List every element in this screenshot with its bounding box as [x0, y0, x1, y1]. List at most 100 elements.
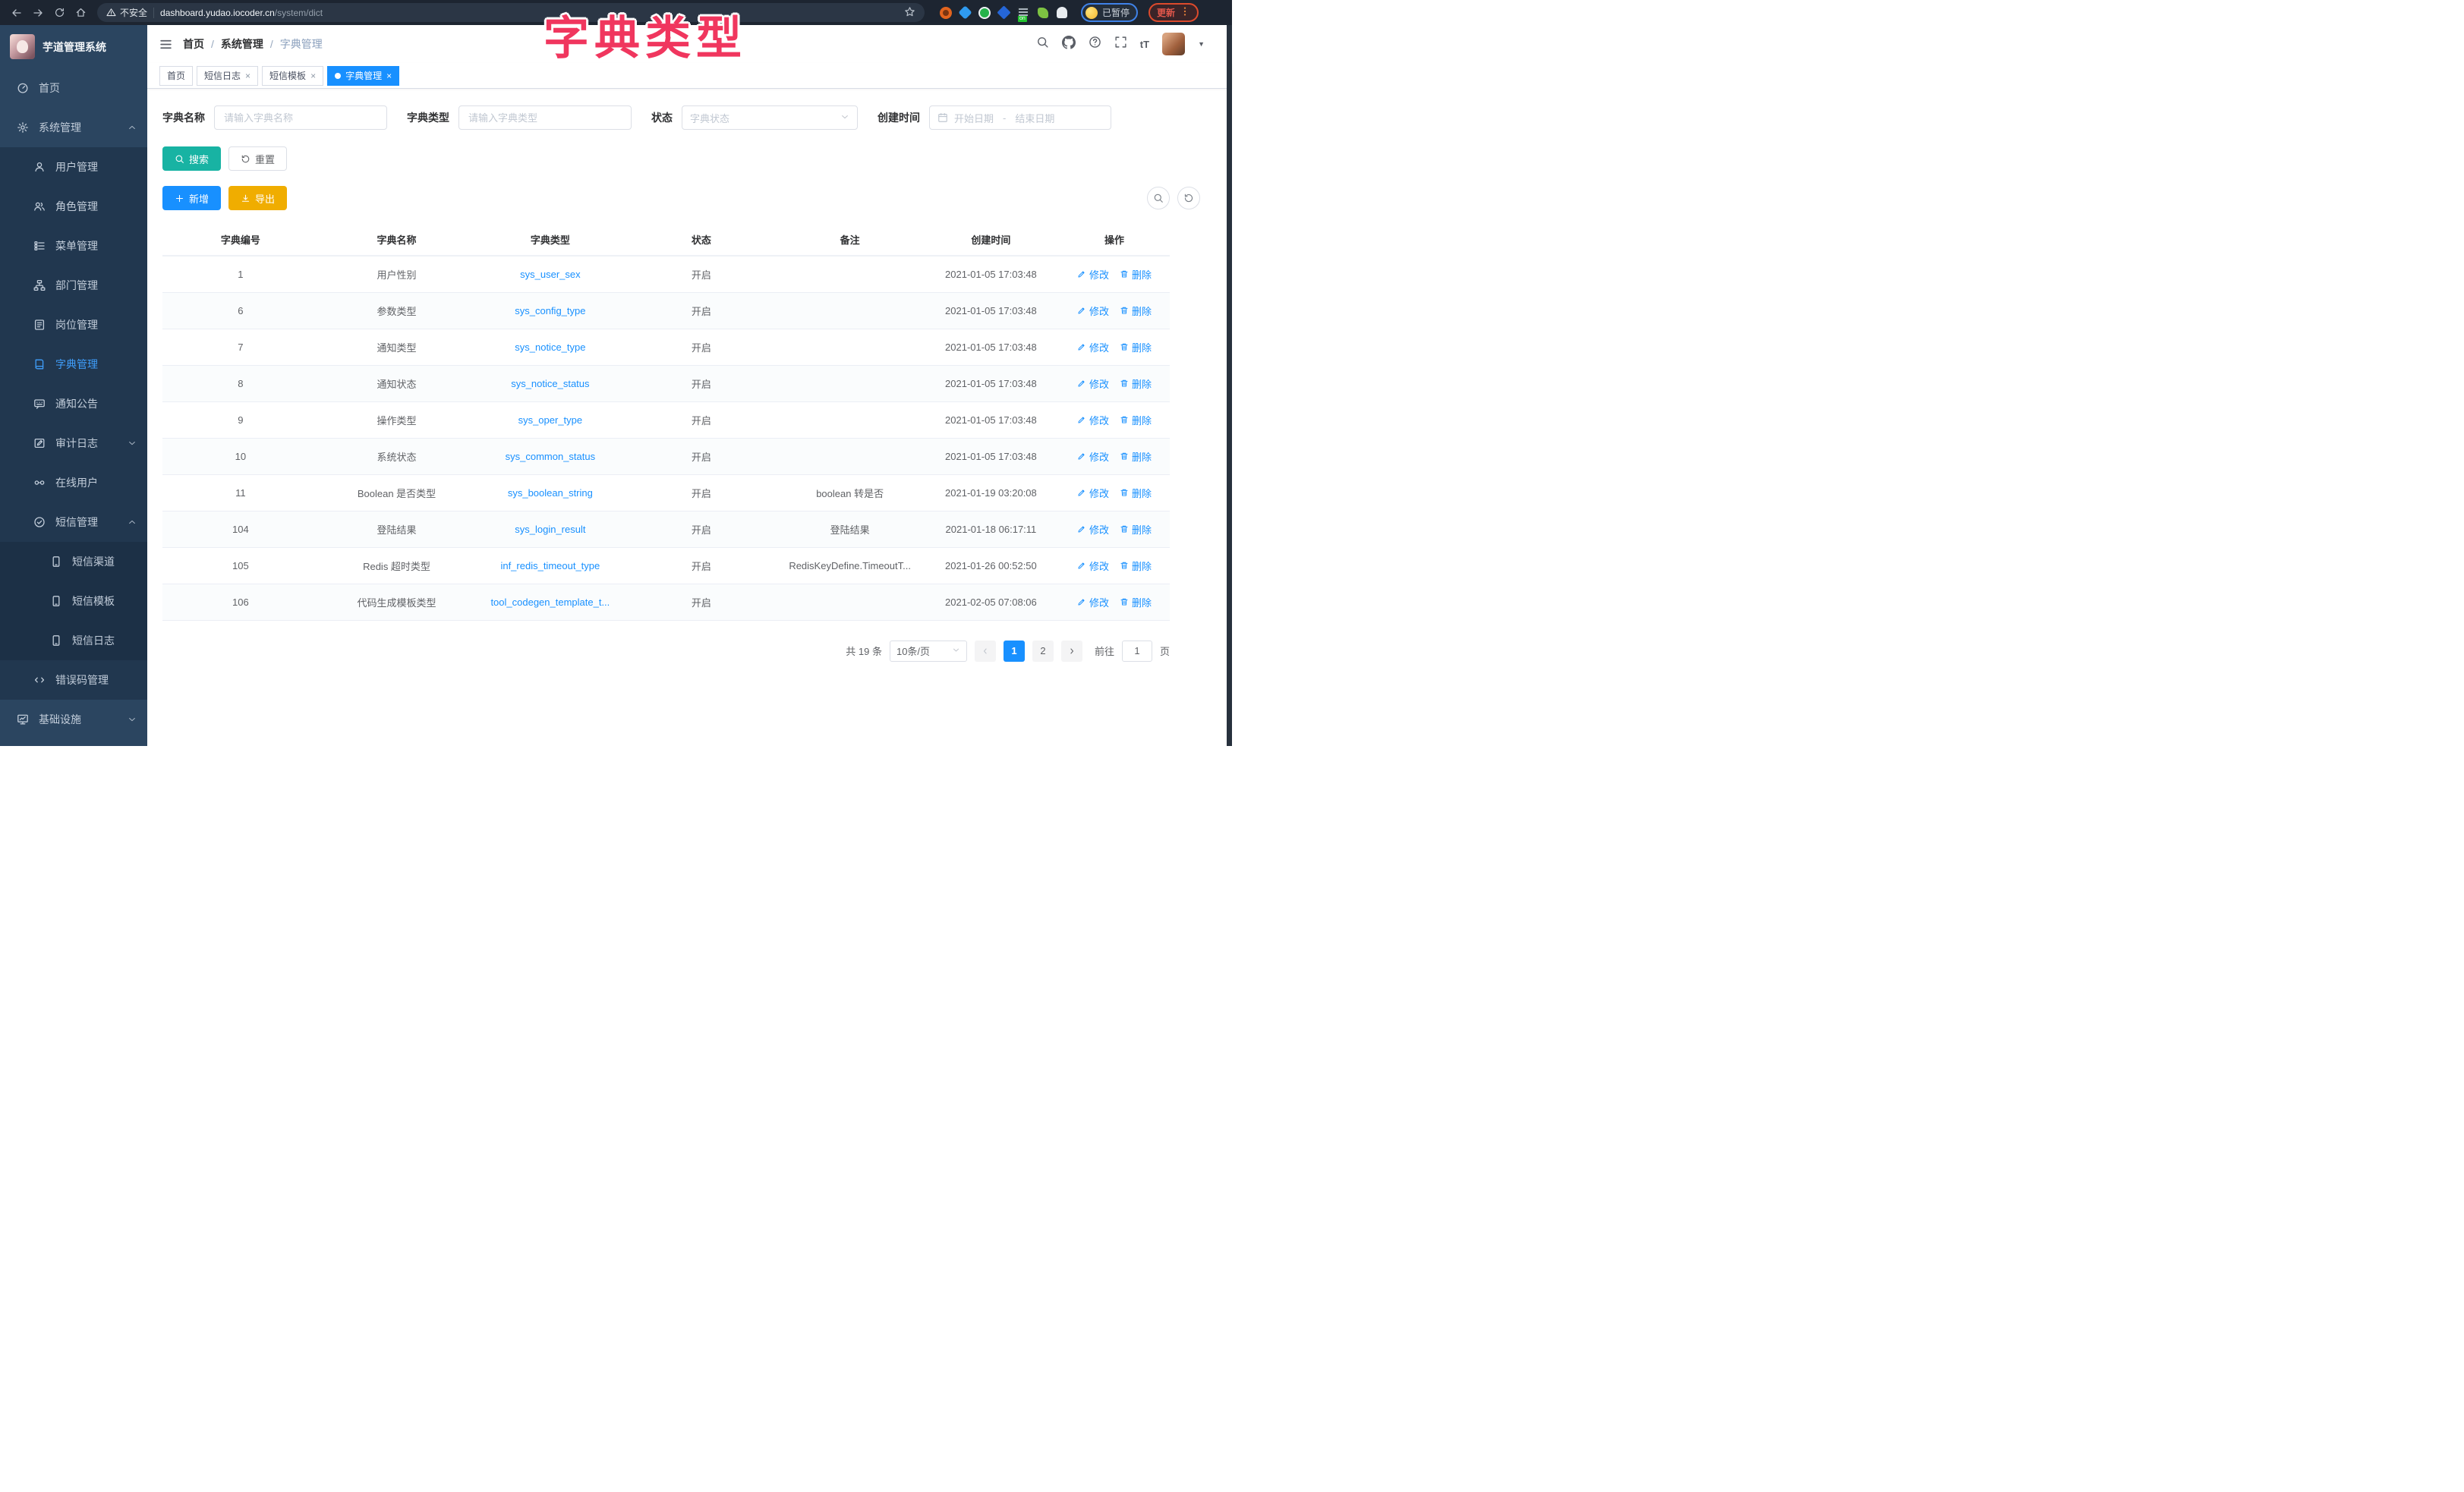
browser-update-chip[interactable]: 更新 [1149, 3, 1199, 22]
extension-ghost-icon[interactable] [1057, 7, 1067, 18]
sidebar-item-depts[interactable]: 部门管理 [0, 266, 147, 305]
refresh-table-button[interactable] [1177, 187, 1200, 209]
sidebar-item-system[interactable]: 系统管理 [0, 108, 147, 147]
sidebar-item-dict[interactable]: 字典管理 [0, 345, 147, 384]
extension-gem-icon[interactable] [958, 5, 972, 19]
browser-home-button[interactable] [71, 4, 90, 22]
extension-diamond-icon[interactable] [997, 5, 1010, 19]
edit-link[interactable]: 修改 [1077, 267, 1109, 282]
tab-close-icon[interactable]: × [245, 71, 250, 80]
sidebar-item-menus[interactable]: 菜单管理 [0, 226, 147, 266]
sidebar-item-infra[interactable]: 基础设施 [0, 700, 147, 739]
dict-type-link[interactable]: sys_user_sex [520, 269, 580, 280]
font-size-icon[interactable]: tT [1140, 39, 1149, 50]
dict-name-input[interactable] [214, 105, 387, 130]
delete-link[interactable]: 删除 [1120, 267, 1152, 282]
delete-link[interactable]: 删除 [1120, 449, 1152, 464]
tab-字典管理[interactable]: 字典管理× [327, 66, 399, 86]
edit-link[interactable]: 修改 [1077, 376, 1109, 391]
extension-orange-icon[interactable] [940, 7, 952, 19]
dict-type-link[interactable]: sys_common_status [506, 451, 596, 462]
date-range-picker[interactable]: 开始日期 - 结束日期 [929, 105, 1111, 130]
extension-green-icon[interactable] [978, 7, 991, 19]
prev-page-button[interactable] [975, 641, 996, 662]
goto-page-input[interactable] [1122, 641, 1152, 662]
sidebar-item-error-code[interactable]: 错误码管理 [0, 660, 147, 700]
user-avatar[interactable] [1162, 33, 1185, 55]
kebab-menu-icon[interactable] [1180, 6, 1190, 19]
edit-link[interactable]: 修改 [1077, 413, 1109, 427]
dict-type-link[interactable]: sys_boolean_string [508, 487, 593, 499]
add-button[interactable]: 新增 [162, 186, 221, 210]
bookmark-star-icon[interactable] [904, 6, 915, 20]
sidebar-item-sms[interactable]: 短信管理 [0, 502, 147, 542]
edit-link[interactable]: 修改 [1077, 304, 1109, 318]
address-bar[interactable]: 不安全 dashboard.yudao.iocoder.cn/system/di… [97, 3, 925, 22]
delete-link[interactable]: 删除 [1120, 486, 1152, 500]
status-select[interactable]: 字典状态 [682, 105, 858, 130]
page-size-select[interactable]: 10条/页 [890, 641, 967, 662]
next-page-button[interactable] [1061, 641, 1082, 662]
show-search-toggle-button[interactable] [1147, 187, 1170, 209]
delete-link[interactable]: 删除 [1120, 340, 1152, 354]
dict-type-input[interactable] [458, 105, 632, 130]
github-icon[interactable] [1062, 36, 1076, 53]
sidebar-item-sms-channel[interactable]: 短信渠道 [0, 542, 147, 581]
sidebar-item-posts[interactable]: 岗位管理 [0, 305, 147, 345]
browser-forward-button[interactable] [29, 4, 47, 22]
breadcrumb-home[interactable]: 首页 [183, 36, 204, 52]
tab-首页[interactable]: 首页 [159, 66, 193, 86]
browser-reload-button[interactable] [50, 4, 68, 22]
dict-type-link[interactable]: sys_notice_status [511, 378, 589, 389]
sidebar-item-home[interactable]: 首页 [0, 68, 147, 108]
sidebar-item-sms-log[interactable]: 短信日志 [0, 621, 147, 660]
breadcrumb-system[interactable]: 系统管理 [221, 36, 263, 52]
tab-短信模板[interactable]: 短信模板× [262, 66, 323, 86]
edit-link[interactable]: 修改 [1077, 595, 1109, 609]
dict-type-link[interactable]: inf_redis_timeout_type [500, 560, 600, 571]
page-button-1[interactable]: 1 [1004, 641, 1025, 662]
extension-on-badge-icon[interactable] [1017, 7, 1029, 19]
dict-type-link[interactable]: sys_notice_type [515, 342, 585, 353]
delete-link[interactable]: 删除 [1120, 304, 1152, 318]
delete-link[interactable]: 删除 [1120, 522, 1152, 537]
delete-link[interactable]: 删除 [1120, 413, 1152, 427]
browser-back-button[interactable] [8, 4, 26, 22]
app-logo-row[interactable]: 芋道管理系统 [0, 25, 147, 68]
search-button[interactable]: 搜索 [162, 146, 221, 171]
edit-link[interactable]: 修改 [1077, 340, 1109, 354]
sidebar-item-audit-log[interactable]: 审计日志 [0, 423, 147, 463]
sidebar-toggle-button[interactable] [159, 38, 172, 51]
avatar-caret-down-icon[interactable]: ▼ [1198, 40, 1205, 48]
reset-button[interactable]: 重置 [228, 146, 287, 171]
help-icon[interactable] [1089, 36, 1101, 52]
edit-link[interactable]: 修改 [1077, 486, 1109, 500]
sidebar-item-notice[interactable]: 通知公告 [0, 384, 147, 423]
dict-type-link[interactable]: sys_oper_type [518, 414, 583, 426]
export-button[interactable]: 导出 [228, 186, 287, 210]
page-button-2[interactable]: 2 [1032, 641, 1054, 662]
fullscreen-icon[interactable] [1114, 36, 1127, 52]
dict-type-link[interactable]: tool_codegen_template_t... [490, 596, 610, 608]
sidebar-item-sms-template[interactable]: 短信模板 [0, 581, 147, 621]
delete-link[interactable]: 删除 [1120, 559, 1152, 573]
recording-paused-chip[interactable]: 已暂停 [1081, 3, 1138, 22]
sidebar-item-online-users[interactable]: 在线用户 [0, 463, 147, 502]
sidebar-item-roles[interactable]: 角色管理 [0, 187, 147, 226]
sidebar-item-users[interactable]: 用户管理 [0, 147, 147, 187]
header-search-icon[interactable] [1036, 36, 1049, 52]
page-scrollbar[interactable] [1227, 25, 1232, 746]
edit-icon [1077, 342, 1086, 351]
delete-link[interactable]: 删除 [1120, 595, 1152, 609]
edit-link[interactable]: 修改 [1077, 559, 1109, 573]
dict-type-link[interactable]: sys_config_type [515, 305, 585, 316]
dict-type-link[interactable]: sys_login_result [515, 524, 585, 535]
edit-link[interactable]: 修改 [1077, 449, 1109, 464]
tab-close-icon[interactable]: × [310, 71, 316, 80]
delete-link[interactable]: 删除 [1120, 376, 1152, 391]
security-warning[interactable]: 不安全 [106, 6, 147, 19]
edit-link[interactable]: 修改 [1077, 522, 1109, 537]
tab-close-icon[interactable]: × [386, 71, 392, 80]
tab-短信日志[interactable]: 短信日志× [197, 66, 258, 86]
extension-leaf-icon[interactable] [1038, 8, 1048, 18]
